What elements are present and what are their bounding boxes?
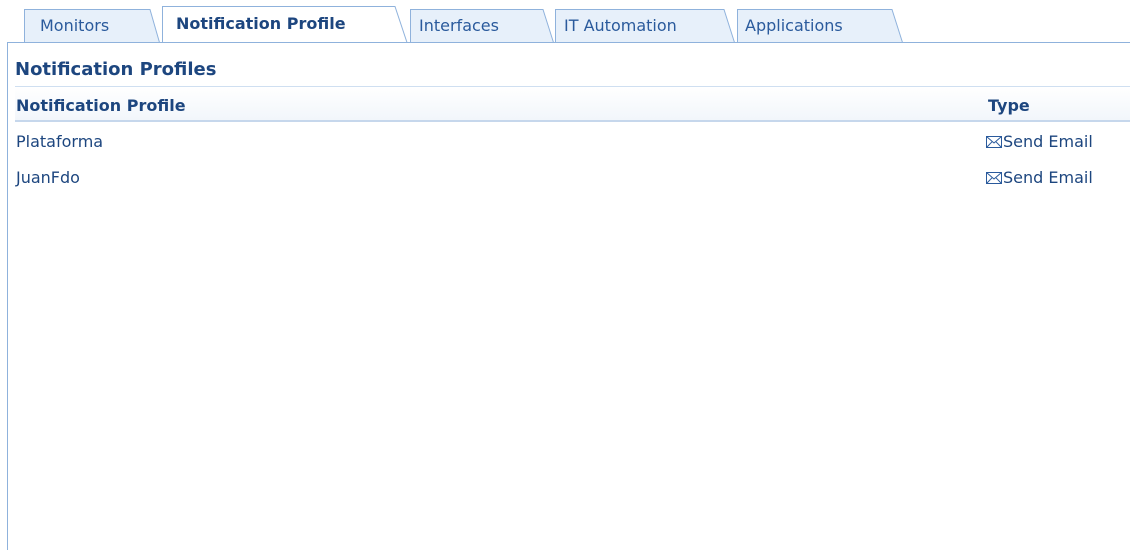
table-row: JuanFdo Send Email [15, 164, 1130, 192]
column-header-notification-profile[interactable]: Notification Profile [16, 96, 186, 115]
tab-label: Applications [745, 16, 843, 35]
tab-label: Monitors [40, 16, 110, 35]
tab-label: Notification Profile [176, 14, 346, 33]
tab-monitors[interactable]: Monitors [24, 9, 160, 43]
profile-name-link[interactable]: JuanFdo [16, 168, 80, 187]
tab-notification-profile[interactable]: Notification Profile [162, 6, 408, 44]
tab-label: IT Automation [564, 16, 677, 35]
envelope-icon [986, 136, 1002, 148]
table-header: Notification Profile Type [15, 86, 1130, 122]
table-row: Plataforma Send Email [15, 128, 1130, 156]
tab-applications[interactable]: Applications [737, 9, 903, 43]
envelope-icon [986, 172, 1002, 184]
profile-type-label: Send Email [1003, 168, 1093, 187]
column-header-type[interactable]: Type [988, 96, 1030, 115]
tab-bar: Monitors Notification Profile Interfaces… [0, 0, 1130, 44]
profile-type: Send Email [986, 132, 1093, 151]
tab-label: Interfaces [419, 16, 499, 35]
profile-type-label: Send Email [1003, 132, 1093, 151]
profile-name-link[interactable]: Plataforma [16, 132, 103, 151]
section-title: Notification Profiles [15, 59, 217, 80]
profile-type: Send Email [986, 168, 1093, 187]
tab-it-automation[interactable]: IT Automation [555, 9, 735, 43]
tab-interfaces[interactable]: Interfaces [410, 9, 554, 43]
